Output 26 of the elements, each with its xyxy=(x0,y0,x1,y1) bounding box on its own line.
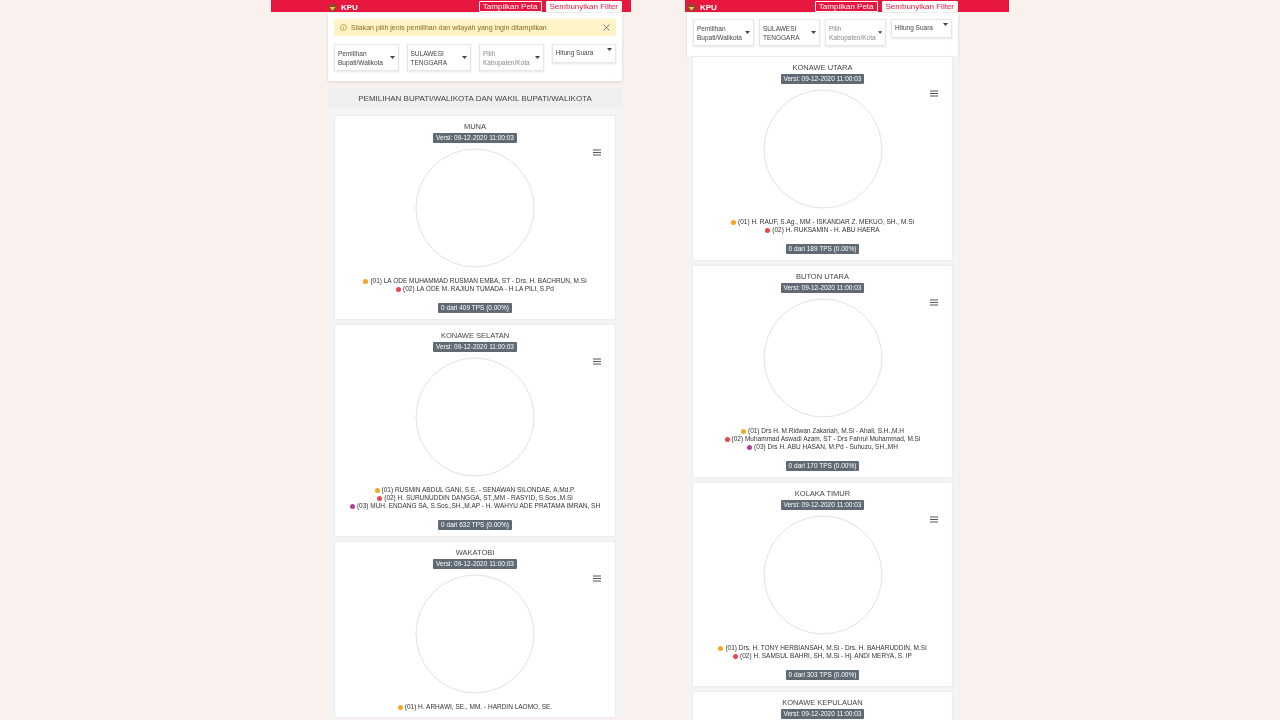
menu-icon[interactable] xyxy=(930,299,938,306)
hide-filter-button[interactable]: Sembunyikan Filter xyxy=(545,1,622,12)
logo-icon xyxy=(687,3,696,12)
close-button[interactable] xyxy=(603,24,610,31)
menu-icon[interactable] xyxy=(930,516,938,523)
caret-icon xyxy=(877,31,882,34)
menu-icon[interactable] xyxy=(593,575,601,582)
section-title: PEMILIHAN BUPATI/WALIKOTA DAN WAKIL BUPATI/WALIKOTA xyxy=(328,88,622,108)
menu-icon[interactable] xyxy=(593,358,601,365)
close-icon xyxy=(603,24,610,31)
caret-icon xyxy=(534,56,540,59)
menu-icon[interactable] xyxy=(930,90,938,97)
brand-name: KPU xyxy=(700,3,717,12)
show-map-button[interactable]: Tampilkan Peta xyxy=(814,1,878,12)
caret-icon xyxy=(745,31,750,34)
caret-icon xyxy=(943,23,948,26)
caret-icon xyxy=(811,31,816,34)
logo-icon xyxy=(328,3,337,12)
caret-icon xyxy=(462,56,467,59)
show-map-button[interactable]: Tampilkan Peta xyxy=(478,1,542,12)
caret-icon xyxy=(389,56,395,59)
brand-name: KPU xyxy=(341,3,358,12)
menu-icon[interactable] xyxy=(593,149,601,156)
caret-icon xyxy=(607,48,612,51)
info-icon xyxy=(340,24,347,31)
hide-filter-button[interactable]: Sembunyikan Filter xyxy=(881,1,958,12)
